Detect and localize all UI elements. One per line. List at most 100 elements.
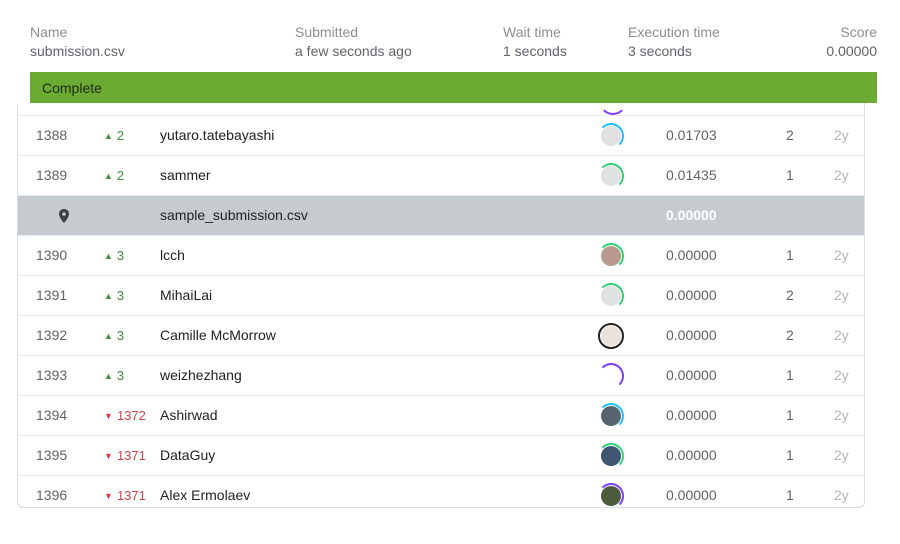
- team-name[interactable]: Camille McMorrow: [160, 316, 276, 355]
- rank-change: ▲ 3: [104, 236, 124, 277]
- last-submission-cell: 2y: [834, 127, 849, 143]
- team-name[interactable]: Ashirwad: [160, 396, 218, 435]
- submission-summary: Name submission.csv Submitted a few seco…: [0, 0, 900, 72]
- kaggle-default-avatar[interactable]: [598, 283, 624, 309]
- team-name[interactable]: lcch: [160, 236, 185, 275]
- avatar-tier-ring-icon: [599, 103, 627, 115]
- rank-cell: 1393: [36, 367, 68, 383]
- entries-cell: 2: [786, 287, 794, 303]
- score-cell: 0.00000: [666, 447, 717, 463]
- last-submission-cell: 2y: [834, 407, 849, 423]
- entries-cell: 1: [786, 487, 794, 503]
- score-cell: 0.00000: [666, 327, 717, 343]
- score-cell: 0.00000: [666, 247, 717, 263]
- team-name[interactable]: weizhezhang: [160, 356, 242, 395]
- rank-change-value: 3: [116, 368, 125, 383]
- avatar-image: [601, 366, 621, 386]
- avatar-image: [601, 406, 621, 426]
- score-cell: 0.00000: [666, 407, 717, 423]
- rank-change: ▲ 3: [104, 356, 124, 397]
- score-label: Score: [840, 24, 877, 40]
- team-name: sample_submission.csv: [160, 207, 308, 223]
- anime-avatar[interactable]: [598, 243, 624, 269]
- score-cell: 0.01703: [666, 127, 717, 143]
- submitted-label: Submitted: [295, 24, 359, 40]
- entries-cell: 1: [786, 447, 794, 463]
- caret-down-icon: ▼: [104, 491, 113, 501]
- avatar-image: [601, 126, 621, 146]
- entries-cell: 2: [786, 327, 794, 343]
- caret-down-icon: ▼: [104, 451, 113, 461]
- team-name[interactable]: yutaro.tatebayashi: [160, 116, 274, 155]
- table-row[interactable]: 1393 ▲ 3 weizhezhang 0.00000 1 2y: [18, 356, 864, 396]
- rank-change-value: 1371: [116, 448, 146, 463]
- rank-change: ▲ 2: [104, 116, 124, 157]
- entries-cell: 2: [786, 127, 794, 143]
- entries-cell: 1: [786, 367, 794, 383]
- rank-change-value: 3: [116, 248, 125, 263]
- my-submission-row[interactable]: sample_submission.csv 0.00000: [18, 196, 864, 236]
- score-cell: 0.00000: [666, 207, 717, 223]
- table-row[interactable]: 1394 ▼ 1372 Ashirwad 0.00000 1 2y: [18, 396, 864, 436]
- empty-avatar[interactable]: [598, 363, 624, 389]
- last-submission-cell: 2y: [834, 247, 849, 263]
- table-row[interactable]: 1396 ▼ 1371 Alex Ermolaev 0.00000 1 2y: [18, 476, 864, 507]
- table-row[interactable]: 1392 ▲ 3 Camille McMorrow 0.00000 2 2y: [18, 316, 864, 356]
- portrait-avatar[interactable]: [598, 323, 624, 349]
- last-submission-cell: 2y: [834, 447, 849, 463]
- team-name[interactable]: sammer: [160, 156, 211, 195]
- status-bar: Complete: [30, 72, 877, 103]
- entries-cell: 1: [786, 167, 794, 183]
- status-text: Complete: [42, 79, 102, 96]
- table-row[interactable]: 1388 ▲ 2 yutaro.tatebayashi 0.01703 2 2y: [18, 116, 864, 156]
- rank-change-value: 3: [116, 288, 125, 303]
- avatar-image: [601, 246, 621, 266]
- entries-cell: 1: [786, 247, 794, 263]
- submitted-value: a few seconds ago: [295, 43, 412, 59]
- caret-up-icon: ▲: [104, 331, 113, 341]
- last-submission-cell: 2y: [834, 287, 849, 303]
- photo-avatar[interactable]: [598, 443, 624, 469]
- rank-cell: 1391: [36, 287, 68, 303]
- team-name[interactable]: MihaiLai: [160, 276, 212, 315]
- rank-change-value: 2: [116, 128, 125, 143]
- rank-cell: 1394: [36, 407, 68, 423]
- caret-down-icon: ▼: [104, 411, 113, 421]
- photo-avatar[interactable]: [598, 403, 624, 429]
- last-submission-cell: 2y: [834, 487, 849, 503]
- last-submission-cell: 2y: [834, 367, 849, 383]
- table-row[interactable]: 1390 ▲ 3 lcch 0.00000 1 2y: [18, 236, 864, 276]
- wait-time-column: Wait time 1 seconds: [503, 24, 567, 60]
- wait-time-value: 1 seconds: [503, 43, 567, 59]
- team-name[interactable]: DataGuy: [160, 436, 215, 475]
- avatar-image: [601, 166, 621, 186]
- rank-change: ▼ 1371: [104, 436, 146, 477]
- score-cell: 0.01435: [666, 167, 717, 183]
- photo-avatar[interactable]: [598, 483, 624, 507]
- rank-cell: 1388: [36, 127, 68, 143]
- rank-change: ▲ 3: [104, 276, 124, 317]
- kaggle-default-avatar[interactable]: [598, 163, 624, 189]
- last-submission-cell: 2y: [834, 327, 849, 343]
- map-pin-icon: [59, 209, 69, 226]
- rank-change-value: 1371: [116, 488, 146, 503]
- execution-time-value: 3 seconds: [628, 43, 692, 59]
- leaderboard-table: 1388 ▲ 2 yutaro.tatebayashi 0.01703 2 2y 1389 ▲ 2…: [17, 103, 865, 508]
- table-row[interactable]: 1395 ▼ 1371 DataGuy 0.00000 1 2y: [18, 436, 864, 476]
- table-row[interactable]: 1389 ▲ 2 sammer 0.01435 1 2y: [18, 156, 864, 196]
- rank-cell: 1390: [36, 247, 68, 263]
- team-name[interactable]: Alex Ermolaev: [160, 476, 250, 507]
- entries-cell: 1: [786, 407, 794, 423]
- rank-change-value: 1372: [116, 408, 146, 423]
- rank-change: ▼ 1372: [104, 396, 146, 437]
- name-column: Name submission.csv: [30, 24, 125, 60]
- execution-time-label: Execution time: [628, 24, 720, 40]
- avatar-image: [601, 446, 621, 466]
- table-row[interactable]: 1391 ▲ 3 MihaiLai 0.00000 2 2y: [18, 276, 864, 316]
- rank-cell: 1395: [36, 447, 68, 463]
- avatar-image: [601, 326, 621, 346]
- rank-change-value: 3: [116, 328, 125, 343]
- kaggle-default-avatar[interactable]: [598, 123, 624, 149]
- rank-change: ▼ 1371: [104, 476, 146, 507]
- avatar-image: [601, 486, 621, 506]
